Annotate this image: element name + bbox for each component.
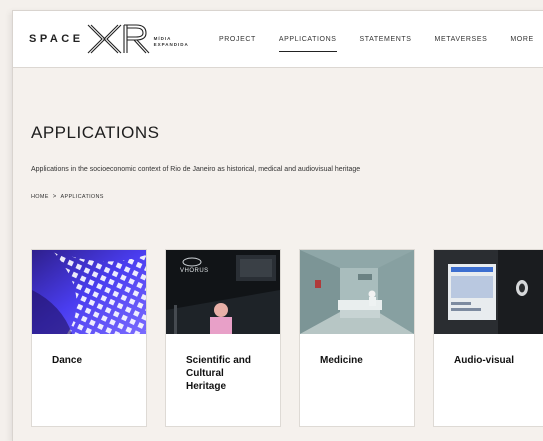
page-subtitle: Applications in the socioeconomic contex…: [31, 166, 361, 173]
medicine-image: [300, 250, 414, 334]
card-audio-visual[interactable]: Audio-visual: [433, 249, 543, 427]
logo-word: SPACE: [29, 33, 84, 45]
dance-image: [32, 250, 146, 334]
dance-thumbnail: [32, 250, 146, 334]
medicine-thumbnail: [300, 250, 414, 334]
applications-grid: Dance VHORUS Scientific and Cultural Her…: [31, 249, 543, 427]
vhorus-label: VHORUS: [180, 268, 209, 274]
main-nav: PROJECT APPLICATIONS STATEMENTS METAVERS…: [219, 11, 543, 67]
nav-project[interactable]: PROJECT: [219, 11, 256, 67]
browser-frame: SPACE XR MÍDIA EXPANDIDA: [12, 10, 543, 441]
audiovisual-thumbnail: [434, 250, 543, 334]
breadcrumb: HOME > APPLICATIONS: [31, 194, 104, 200]
card-label-dance: Dance: [52, 355, 83, 366]
card-label-medicine: Medicine: [320, 355, 363, 366]
xr-logo-icon: XR: [87, 24, 149, 54]
breadcrumb-current: APPLICATIONS: [60, 194, 104, 200]
site-logo[interactable]: SPACE XR MÍDIA EXPANDIDA: [29, 24, 189, 54]
card-scientific-cultural-heritage[interactable]: VHORUS Scientific and Cultural Heritage: [165, 249, 281, 427]
card-label-audio-visual: Audio-visual: [454, 355, 515, 366]
audiovisual-image: [434, 250, 543, 334]
card-dance[interactable]: Dance: [31, 249, 147, 427]
logo-subtitle: MÍDIA EXPANDIDA: [154, 36, 189, 48]
breadcrumb-separator: >: [52, 194, 57, 200]
nav-metaverses[interactable]: METAVERSES: [435, 11, 488, 67]
nav-applications[interactable]: APPLICATIONS: [278, 11, 337, 67]
heritage-thumbnail: [166, 250, 280, 334]
card-medicine[interactable]: Medicine: [299, 249, 415, 427]
heritage-image: VHORUS: [166, 250, 280, 334]
site-header: SPACE XR MÍDIA EXPANDIDA: [13, 11, 543, 68]
card-label-heritage: Scientific and Cultural Heritage: [186, 355, 252, 392]
breadcrumb-home[interactable]: HOME: [31, 194, 49, 200]
logo-sub-line2: EXPANDIDA: [153, 42, 189, 47]
page-title: APPLICATIONS: [31, 123, 160, 142]
xr-mark-text: XR: [105, 43, 106, 44]
nav-statements[interactable]: STATEMENTS: [360, 11, 412, 67]
nav-more[interactable]: MORE: [510, 11, 533, 67]
